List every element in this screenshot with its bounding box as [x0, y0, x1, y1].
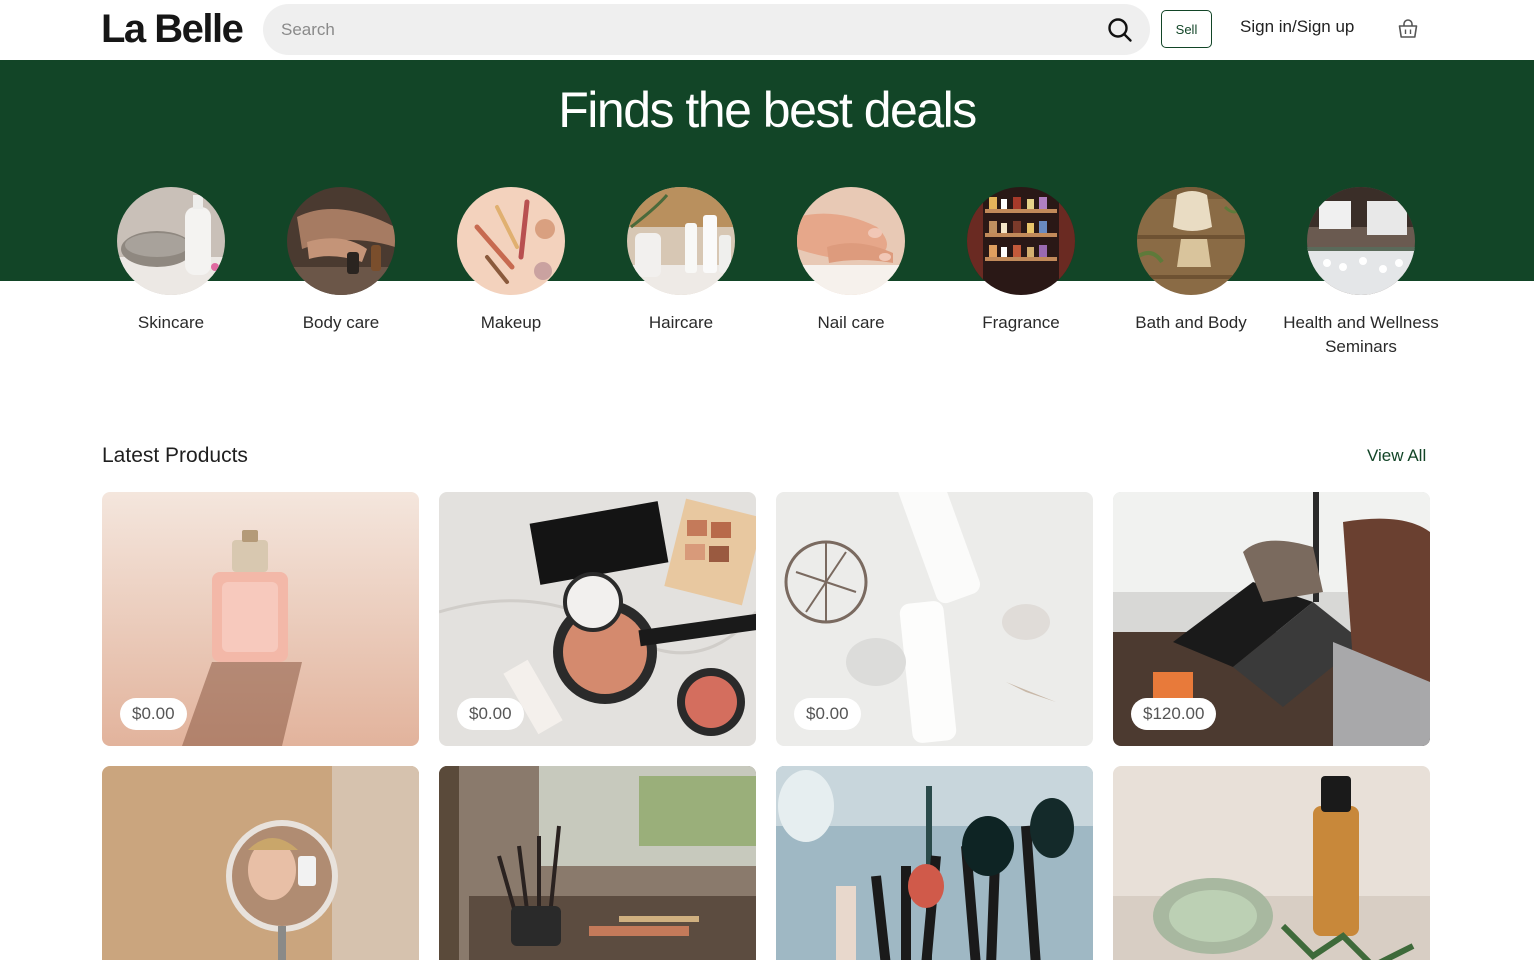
- search-bar: [263, 4, 1150, 55]
- category-image: [797, 187, 905, 295]
- category-image: [457, 187, 565, 295]
- signin-link[interactable]: Sign in/Sign up: [1240, 17, 1354, 37]
- category-label: Nail care: [817, 313, 885, 332]
- category-image: [1137, 187, 1245, 295]
- category-image: [287, 187, 395, 295]
- product-card[interactable]: [1113, 766, 1430, 960]
- category-image: [1307, 187, 1415, 295]
- product-card[interactable]: [439, 766, 756, 960]
- category-label: Body care: [302, 313, 380, 332]
- hero-title: Finds the best deals: [558, 82, 977, 138]
- latest-products-title: Latest Products: [102, 444, 248, 467]
- category-makeup[interactable]: Makeup: [426, 187, 596, 335]
- category-image: [117, 187, 225, 295]
- product-card[interactable]: [102, 766, 419, 960]
- category-label: Bath and Body: [1135, 313, 1247, 332]
- view-all-link[interactable]: View All: [1367, 446, 1426, 466]
- search-icon[interactable]: [1107, 17, 1133, 43]
- category-haircare[interactable]: Haircare: [596, 187, 766, 335]
- product-card[interactable]: $0.00: [439, 492, 756, 746]
- top-navbar: La Belle Sell Sign in/Sign up: [0, 0, 1534, 60]
- category-label: Haircare: [648, 313, 714, 332]
- product-card[interactable]: [776, 766, 1093, 960]
- product-card[interactable]: $0.00: [102, 492, 419, 746]
- category-label: Fragrance: [982, 313, 1060, 332]
- product-card[interactable]: $120.00: [1113, 492, 1430, 746]
- product-image: [1113, 766, 1430, 960]
- product-image: [102, 766, 419, 960]
- category-fragrance[interactable]: Fragrance: [936, 187, 1106, 335]
- cart-icon[interactable]: [1396, 17, 1420, 41]
- search-input[interactable]: [281, 4, 1081, 55]
- product-card[interactable]: $0.00: [776, 492, 1093, 746]
- category-label: Makeup: [480, 313, 542, 332]
- category-label: Skincare: [137, 313, 205, 332]
- category-image: [627, 187, 735, 295]
- price-badge: $0.00: [794, 698, 861, 730]
- category-nail-care[interactable]: Nail care: [766, 187, 936, 335]
- category-label: Health and Wellness Seminars: [1283, 313, 1439, 356]
- product-image: [439, 766, 756, 960]
- category-image: [967, 187, 1075, 295]
- product-image: [776, 766, 1093, 960]
- category-health-and-wellness-seminars[interactable]: Health and Wellness Seminars: [1276, 187, 1446, 359]
- brand-logo[interactable]: La Belle: [101, 6, 244, 52]
- price-badge: $0.00: [457, 698, 524, 730]
- sell-button[interactable]: Sell: [1161, 10, 1212, 48]
- category-skincare[interactable]: Skincare: [86, 187, 256, 335]
- price-badge: $120.00: [1131, 698, 1217, 730]
- category-bath-and-body[interactable]: Bath and Body: [1106, 187, 1276, 335]
- category-body-care[interactable]: Body care: [256, 187, 426, 335]
- price-badge: $0.00: [120, 698, 187, 730]
